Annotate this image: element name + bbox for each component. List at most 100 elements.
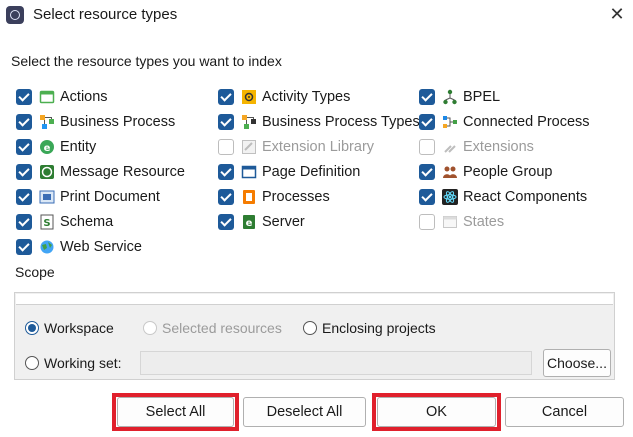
working-set-radio[interactable]: Working set: xyxy=(25,353,122,373)
extensions-icon xyxy=(442,139,458,155)
states-checkbox xyxy=(419,214,435,230)
message-resource-checkbox[interactable] xyxy=(16,164,32,180)
react-components-checkbox[interactable] xyxy=(419,189,435,205)
workspace-label: Workspace xyxy=(44,320,114,336)
resource-type-business-process[interactable]: Business Process xyxy=(16,112,175,132)
extension-library-icon xyxy=(241,139,257,155)
processes-checkbox[interactable] xyxy=(218,189,234,205)
bpel-label: BPEL xyxy=(463,89,501,105)
resource-type-message-resource[interactable]: Message Resource xyxy=(16,162,185,182)
connected-process-checkbox[interactable] xyxy=(419,114,435,130)
bpel-icon xyxy=(442,89,458,105)
enclosing-projects-radio-indicator[interactable] xyxy=(303,321,317,335)
resource-type-activity-types[interactable]: Activity Types xyxy=(218,87,350,107)
connected-process-label: Connected Process xyxy=(463,114,590,130)
svg-text:e: e xyxy=(246,218,253,229)
message-resource-icon xyxy=(39,164,55,180)
print-document-label: Print Document xyxy=(60,189,160,205)
activity-types-icon xyxy=(241,89,257,105)
activity-types-checkbox[interactable] xyxy=(218,89,234,105)
server-icon: e xyxy=(241,214,257,230)
resource-type-schema[interactable]: S Schema xyxy=(16,212,113,232)
instruction-text: Select the resource types you want to in… xyxy=(11,53,282,69)
resource-type-people-group[interactable]: People Group xyxy=(419,162,552,182)
cancel-button[interactable]: Cancel xyxy=(505,397,624,427)
entity-icon: e xyxy=(39,139,55,155)
page-definition-icon xyxy=(241,164,257,180)
resource-type-processes[interactable]: Processes xyxy=(218,187,330,207)
scope-label: Scope xyxy=(15,264,55,280)
extension-library-label: Extension Library xyxy=(262,139,375,155)
resource-type-connected-process[interactable]: Connected Process xyxy=(419,112,590,132)
people-group-checkbox[interactable] xyxy=(419,164,435,180)
resource-type-states: States xyxy=(419,212,504,232)
resource-type-print-document[interactable]: Print Document xyxy=(16,187,160,207)
actions-icon xyxy=(39,89,55,105)
choose-button[interactable]: Choose... xyxy=(543,349,611,377)
ok-button[interactable]: OK xyxy=(377,397,496,427)
business-process-checkbox[interactable] xyxy=(16,114,32,130)
actions-label: Actions xyxy=(60,89,108,105)
server-checkbox[interactable] xyxy=(218,214,234,230)
connected-process-icon xyxy=(442,114,458,130)
states-icon xyxy=(442,214,458,230)
business-process-icon xyxy=(39,114,55,130)
resource-type-bpel[interactable]: BPEL xyxy=(419,87,500,107)
people-group-label: People Group xyxy=(463,164,553,180)
web-service-label: Web Service xyxy=(60,239,142,255)
resource-type-page-definition[interactable]: Page Definition xyxy=(218,162,360,182)
business-process-label: Business Process xyxy=(60,114,176,130)
bpel-checkbox[interactable] xyxy=(419,89,435,105)
business-process-types-checkbox[interactable] xyxy=(218,114,234,130)
business-process-types-icon xyxy=(241,114,257,130)
resource-type-business-process-types[interactable]: Business Process Types xyxy=(218,112,420,132)
actions-checkbox[interactable] xyxy=(16,89,32,105)
scope-group: Workspace Selected resources Enclosing p… xyxy=(14,292,615,380)
states-label: States xyxy=(463,214,505,230)
svg-text:S: S xyxy=(43,218,50,229)
business-process-types-label: Business Process Types xyxy=(262,114,420,130)
people-group-icon xyxy=(442,164,458,180)
enclosing-projects-radio[interactable]: Enclosing projects xyxy=(303,318,436,338)
resource-type-server[interactable]: e Server xyxy=(218,212,305,232)
app-icon xyxy=(6,6,24,24)
extensions-checkbox xyxy=(419,139,435,155)
schema-checkbox[interactable] xyxy=(16,214,32,230)
print-document-checkbox[interactable] xyxy=(16,189,32,205)
close-icon[interactable]: ✕ xyxy=(605,2,629,26)
deselect-all-button[interactable]: Deselect All xyxy=(243,397,366,427)
schema-icon: S xyxy=(39,214,55,230)
title-bar: Select resource types ✕ xyxy=(0,0,633,31)
resource-type-web-service[interactable]: Web Service xyxy=(16,237,142,257)
print-document-icon xyxy=(39,189,55,205)
workspace-radio[interactable]: Workspace xyxy=(25,318,114,338)
entity-checkbox[interactable] xyxy=(16,139,32,155)
server-label: Server xyxy=(262,214,305,230)
web-service-checkbox[interactable] xyxy=(16,239,32,255)
processes-icon xyxy=(241,189,257,205)
extension-library-checkbox xyxy=(218,139,234,155)
resource-type-actions[interactable]: Actions xyxy=(16,87,108,107)
resource-type-react-components[interactable]: React Components xyxy=(419,187,587,207)
resource-type-entity[interactable]: e Entity xyxy=(16,137,96,157)
resource-type-extensions: Extensions xyxy=(419,137,534,157)
working-set-label: Working set: xyxy=(44,355,122,371)
web-service-icon xyxy=(39,239,55,255)
selected-resources-radio: Selected resources xyxy=(143,318,282,338)
react-components-label: React Components xyxy=(463,189,588,205)
resource-type-extension-library: Extension Library xyxy=(218,137,374,157)
entity-label: Entity xyxy=(60,139,97,155)
processes-label: Processes xyxy=(262,189,330,205)
enclosing-projects-label: Enclosing projects xyxy=(322,320,436,336)
workspace-radio-indicator[interactable] xyxy=(25,321,39,335)
schema-label: Schema xyxy=(60,214,114,230)
select-all-button[interactable]: Select All xyxy=(117,397,234,427)
message-resource-label: Message Resource xyxy=(60,164,185,180)
react-components-icon xyxy=(442,189,458,205)
extensions-label: Extensions xyxy=(463,139,534,155)
page-definition-checkbox[interactable] xyxy=(218,164,234,180)
activity-types-label: Activity Types xyxy=(262,89,351,105)
selected-resources-label: Selected resources xyxy=(162,320,282,336)
working-set-field[interactable] xyxy=(140,351,532,375)
working-set-radio-indicator[interactable] xyxy=(25,356,39,370)
